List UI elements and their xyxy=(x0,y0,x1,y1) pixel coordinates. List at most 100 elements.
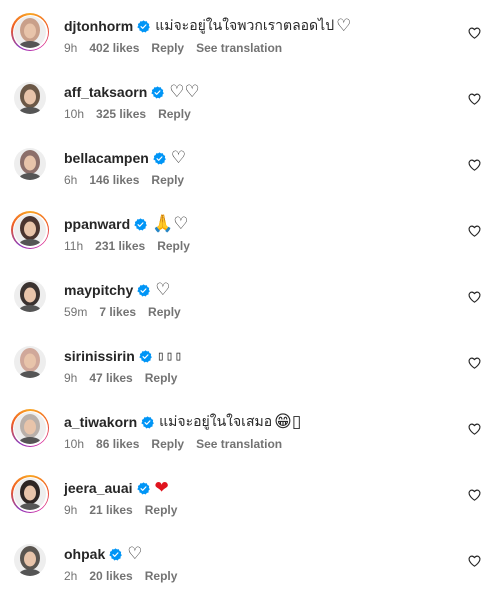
comment-item: ohpak ♡ 2h 20 likes Reply xyxy=(0,541,491,589)
like-heart-button[interactable] xyxy=(467,488,481,502)
user-photo-icon xyxy=(14,280,46,312)
comment-item: sirinissirin ▯▯▯ 9h 47 likes Reply xyxy=(0,343,491,409)
comment-username[interactable]: ppanward xyxy=(64,216,130,232)
comment-emoji: 😁▯ xyxy=(274,411,302,432)
reply-button[interactable]: Reply xyxy=(158,107,191,121)
heart-outline-icon xyxy=(468,423,480,435)
verified-badge-icon xyxy=(137,283,151,296)
comment-like-count[interactable]: 47 likes xyxy=(89,371,132,385)
comment-item: maypitchy ♡ 59m 7 likes Reply xyxy=(0,277,491,343)
user-photo-icon xyxy=(14,82,46,114)
heart-outline-icon xyxy=(468,159,480,171)
avatar[interactable] xyxy=(11,541,49,579)
avatar[interactable] xyxy=(11,211,49,249)
comment-emoji: ♡ xyxy=(170,147,187,168)
comment-text: แม่จะอยู่ในใจพวกเราตลอดไป ♡ xyxy=(155,15,351,37)
avatar[interactable] xyxy=(11,13,49,51)
like-heart-button[interactable] xyxy=(467,290,481,304)
avatar[interactable] xyxy=(11,343,49,381)
comment-like-count[interactable]: 146 likes xyxy=(89,173,139,187)
comment-emoji: ♡ xyxy=(127,543,143,564)
verified-badge-icon xyxy=(141,415,154,428)
reply-button[interactable]: Reply xyxy=(145,371,178,385)
avatar[interactable] xyxy=(11,277,49,315)
verified-badge-icon xyxy=(151,85,165,98)
user-photo-icon xyxy=(14,214,46,246)
comment-username[interactable]: aff_taksaorn xyxy=(64,84,147,100)
comment-like-count[interactable]: 7 likes xyxy=(99,305,136,319)
comment-username[interactable]: jeera_auai xyxy=(64,480,133,496)
comment-username[interactable]: djtonhorm xyxy=(64,18,133,34)
reply-button[interactable]: Reply xyxy=(151,41,184,55)
like-heart-button[interactable] xyxy=(467,92,481,106)
comment-timestamp: 6h xyxy=(64,173,78,187)
verified-badge-icon xyxy=(109,547,123,560)
comment-item: a_tiwakorn แม่จะอยู่ในใจเสมอ 😁▯ 10h 86 l… xyxy=(0,409,491,475)
avatar[interactable] xyxy=(11,79,49,117)
comment-username[interactable]: a_tiwakorn xyxy=(64,414,137,430)
like-heart-button[interactable] xyxy=(467,554,481,568)
avatar-image xyxy=(14,148,46,180)
comment-timestamp: 9h xyxy=(64,503,78,517)
comment-item: aff_taksaorn ♡♡ 10h 325 likes Reply xyxy=(0,79,491,145)
user-photo-icon xyxy=(14,16,46,48)
comment-timestamp: 2h xyxy=(64,569,78,583)
avatar[interactable] xyxy=(11,475,49,513)
comment-emoji: ♡ xyxy=(155,279,171,300)
comment-username[interactable]: ohpak xyxy=(64,546,105,562)
verified-badge-icon xyxy=(139,349,152,362)
user-photo-icon xyxy=(14,346,46,378)
heart-outline-icon xyxy=(468,291,480,303)
comment-text: ▯▯▯ xyxy=(157,349,183,364)
comment-like-count[interactable]: 402 likes xyxy=(89,41,139,55)
verified-badge-icon xyxy=(137,19,151,32)
comment-timestamp: 9h xyxy=(64,371,78,385)
comment-emoji: ▯▯▯ xyxy=(156,348,184,364)
avatar[interactable] xyxy=(11,409,49,447)
like-heart-button[interactable] xyxy=(467,356,481,370)
reply-button[interactable]: Reply xyxy=(151,437,184,451)
avatar-image xyxy=(14,16,46,48)
avatar-image xyxy=(14,82,46,114)
reply-button[interactable]: Reply xyxy=(148,305,181,319)
reply-button[interactable]: Reply xyxy=(145,503,178,517)
comment-text: แม่จะอยู่ในใจเสมอ 😁▯ xyxy=(159,411,301,433)
comment-text: ♡♡ xyxy=(169,83,199,101)
heart-outline-icon xyxy=(468,357,480,369)
comment-message: แม่จะอยู่ในใจพวกเราตลอดไป xyxy=(155,17,335,33)
reply-button[interactable]: Reply xyxy=(151,173,184,187)
reply-button[interactable]: Reply xyxy=(145,569,178,583)
verified-badge-icon xyxy=(153,151,166,164)
see-translation-link[interactable]: See translation xyxy=(196,41,282,55)
comment-like-count[interactable]: 21 likes xyxy=(89,503,132,517)
verified-badge-icon xyxy=(136,481,150,494)
comment-item: jeera_auai ❤ 9h 21 likes Reply xyxy=(0,475,491,541)
comment-like-count[interactable]: 86 likes xyxy=(96,437,139,451)
like-heart-button[interactable] xyxy=(467,422,481,436)
comment-text: ♡ xyxy=(127,543,143,564)
like-heart-button[interactable] xyxy=(467,158,481,172)
like-heart-button[interactable] xyxy=(467,224,481,238)
comment-username[interactable]: maypitchy xyxy=(64,282,133,298)
avatar-image xyxy=(14,544,46,576)
comment-emoji: 🙏♡ xyxy=(152,213,189,234)
user-photo-icon xyxy=(14,478,46,510)
heart-outline-icon xyxy=(468,93,480,105)
comment-like-count[interactable]: 231 likes xyxy=(95,239,145,253)
avatar[interactable] xyxy=(11,145,49,183)
comment-username[interactable]: bellacampen xyxy=(64,150,149,166)
comment-timestamp: 10h xyxy=(64,437,85,451)
comment-emoji: ❤ xyxy=(154,477,169,498)
heart-outline-icon xyxy=(468,489,480,501)
like-heart-button[interactable] xyxy=(467,26,481,40)
heart-outline-icon xyxy=(468,225,480,237)
see-translation-link[interactable]: See translation xyxy=(196,437,282,451)
comment-like-count[interactable]: 20 likes xyxy=(89,569,132,583)
reply-button[interactable]: Reply xyxy=(157,239,190,253)
comment-like-count[interactable]: 325 likes xyxy=(96,107,146,121)
comment-text: ♡ xyxy=(170,147,187,168)
comment-text: ❤ xyxy=(154,477,169,498)
comment-username[interactable]: sirinissirin xyxy=(64,348,135,364)
comment-item: ppanward 🙏♡ 11h 231 likes Reply xyxy=(0,211,491,277)
heart-outline-icon xyxy=(468,27,480,39)
